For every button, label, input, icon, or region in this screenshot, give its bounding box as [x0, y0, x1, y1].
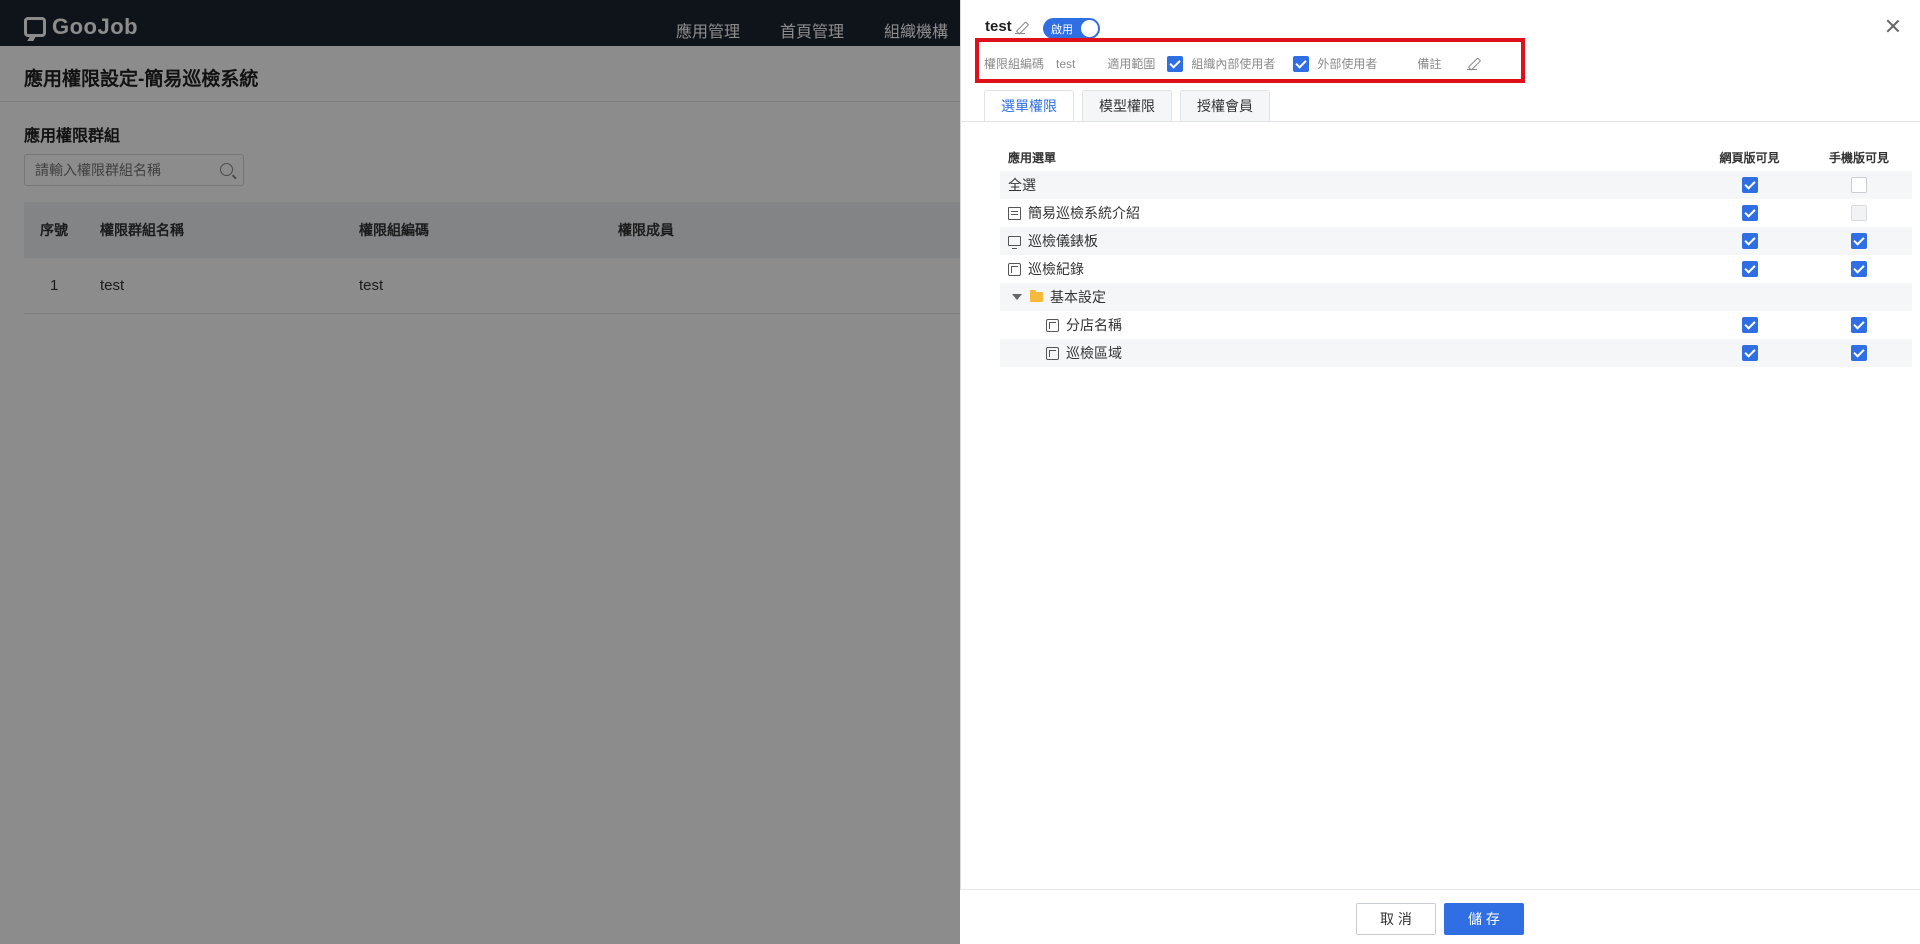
dashboard-mobile-checkbox[interactable]: [1851, 233, 1867, 249]
row-label: 巡檢紀錄: [1028, 261, 1084, 277]
cube-icon: [1046, 318, 1059, 332]
tab-model-permission[interactable]: 模型權限: [1082, 90, 1172, 121]
scope-external-checkbox[interactable]: [1293, 55, 1310, 72]
drawer-title: test: [985, 18, 1012, 35]
permission-drawer: test: [960, 0, 1920, 944]
branch-web-checkbox[interactable]: [1741, 317, 1758, 333]
area-mobile-checkbox[interactable]: [1851, 345, 1867, 361]
perm-row-inspection-area: 巡檢區域: [1000, 339, 1912, 367]
perm-row-dashboard: 巡檢儀錶板: [1000, 227, 1912, 255]
branch-mobile-checkbox[interactable]: [1851, 317, 1867, 333]
row-label: 基本設定: [1050, 289, 1106, 305]
edit-title-icon[interactable]: [1015, 22, 1027, 34]
area-web-checkbox[interactable]: [1741, 345, 1758, 361]
modal-mask[interactable]: [0, 0, 960, 944]
perm-row-basic-settings[interactable]: 基本設定: [1000, 283, 1912, 311]
dashboard-web-checkbox[interactable]: [1741, 233, 1758, 249]
intro-mobile-checkbox: [1851, 205, 1867, 221]
enable-toggle[interactable]: 啟用: [1043, 18, 1100, 39]
code-value: test: [1056, 56, 1076, 71]
row-label: 巡檢區域: [1066, 345, 1122, 361]
monitor-icon: [1008, 236, 1021, 249]
select-all-web-checkbox[interactable]: [1741, 177, 1758, 193]
intro-web-checkbox[interactable]: [1741, 205, 1758, 221]
row-label: 簡易巡檢系統介紹: [1028, 205, 1140, 221]
header-web-visible: 網頁版可見: [1719, 150, 1780, 165]
scope-external-label: 外部使用者: [1317, 57, 1378, 71]
close-icon[interactable]: [1885, 18, 1901, 34]
row-label: 分店名稱: [1066, 317, 1122, 333]
cube-icon: [1046, 346, 1059, 360]
perm-table-header: 應用選單 網頁版可見 手機版可見: [1000, 143, 1912, 171]
select-all-mobile-checkbox[interactable]: [1851, 177, 1867, 193]
perm-row-branch-name: 分店名稱: [1000, 311, 1912, 339]
header-menu: 應用選單: [1008, 150, 1057, 165]
menu-permission-table: 應用選單 網頁版可見 手機版可見 全選 簡易巡檢系統介紹 巡檢儀錶板 巡檢紀錄 …: [1000, 143, 1912, 367]
scope-internal-checkbox[interactable]: [1167, 55, 1184, 72]
save-button[interactable]: 儲 存: [1444, 903, 1524, 935]
cube-icon: [1008, 262, 1021, 276]
edit-remark-icon[interactable]: [1467, 58, 1479, 70]
toggle-knob: [1081, 20, 1098, 37]
toggle-label: 啟用: [1051, 24, 1073, 36]
perm-row-intro: 簡易巡檢系統介紹: [1000, 199, 1912, 227]
drawer-tabs: 選單權限 模型權限 授權會員: [984, 90, 1270, 121]
tab-menu-permission[interactable]: 選單權限: [984, 90, 1074, 121]
header-mobile-visible: 手機版可見: [1828, 150, 1889, 165]
folder-icon: [1030, 290, 1043, 302]
records-mobile-checkbox[interactable]: [1851, 261, 1867, 277]
records-web-checkbox[interactable]: [1741, 261, 1758, 277]
group-info-row: 權限組編碼 test 適用範圍 組織內部使用者 外部使用者 備註: [984, 55, 1479, 72]
perm-row-select-all: 全選: [1000, 171, 1912, 199]
cancel-button[interactable]: 取 消: [1356, 903, 1436, 935]
list-icon: [1008, 206, 1021, 220]
remark-label: 備註: [1417, 57, 1442, 71]
scope-label: 適用範圍: [1107, 57, 1156, 71]
perm-row-records: 巡檢紀錄: [1000, 255, 1912, 283]
drawer-footer: 取 消 儲 存: [960, 889, 1920, 944]
row-label: 巡檢儀錶板: [1028, 233, 1098, 249]
tabs-divider: [960, 121, 1920, 122]
tab-authorized-members[interactable]: 授權會員: [1180, 90, 1270, 121]
code-label: 權限組編碼: [984, 57, 1045, 71]
scope-internal-label: 組織內部使用者: [1191, 57, 1276, 71]
row-label: 全選: [1008, 177, 1036, 193]
expand-caret-icon[interactable]: [1012, 294, 1022, 300]
